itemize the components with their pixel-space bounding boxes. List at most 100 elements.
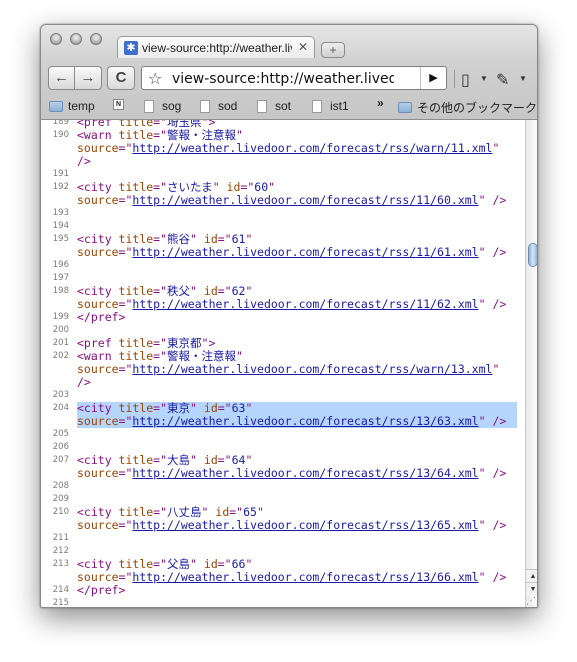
source-token: " /> — [478, 297, 507, 311]
source-token: source — [77, 245, 119, 259]
source-token: " — [245, 284, 253, 298]
source-line: 208 — [41, 480, 525, 493]
source-token: source — [77, 518, 119, 532]
source-line: 199 </pref> — [41, 311, 525, 324]
source-token: =" — [153, 232, 168, 246]
omnibox[interactable]: ☆ view-source:http://weather.livedoor.co… — [141, 66, 447, 90]
source-token: =" — [118, 414, 133, 428]
line-number: 213 — [52, 559, 69, 569]
source-token: 64 — [231, 453, 246, 467]
bookmark-sod[interactable]: sod — [200, 99, 237, 113]
source-token: =" — [217, 453, 232, 467]
source-link[interactable]: http://weather.livedoor.com/forecast/rss… — [132, 414, 478, 428]
source-link[interactable]: http://weather.livedoor.com/forecast/rss… — [132, 297, 478, 311]
source-token: =" — [118, 245, 133, 259]
back-button[interactable]: ← — [48, 66, 75, 90]
close-tab-icon[interactable]: ✕ — [298, 40, 308, 54]
source-token: source — [77, 297, 119, 311]
source-link[interactable]: http://weather.livedoor.com/forecast/rss… — [132, 362, 492, 376]
bookmark-sog[interactable]: sog — [144, 99, 181, 113]
source-token: =" — [153, 349, 168, 363]
scroll-up-icon[interactable]: ▲ — [526, 569, 537, 582]
source-token: source — [77, 414, 119, 428]
source-token: 65 — [243, 505, 257, 519]
source-token: =" — [217, 284, 232, 298]
bookmark-label: その他のブックマーク — [417, 101, 538, 115]
active-tab[interactable]: ✱ view-source:http://weather.livedoor.co… — [117, 36, 315, 58]
folder-icon — [398, 102, 412, 113]
source-token: " — [245, 557, 253, 571]
line-text: source="http://weather.livedoor.com/fore… — [77, 571, 506, 584]
source-token: 大島 — [167, 453, 191, 467]
source-link[interactable]: http://weather.livedoor.com/forecast/rss… — [132, 466, 478, 480]
minimize-window-button[interactable] — [70, 33, 82, 45]
scrollbar-thumb[interactable] — [528, 243, 537, 267]
bookmark-sot[interactable]: sot — [257, 99, 291, 113]
zoom-window-button[interactable] — [90, 33, 102, 45]
source-line: 215 — [41, 597, 525, 607]
forward-button[interactable]: → — [75, 66, 102, 90]
source-token: " — [190, 453, 204, 467]
source-token: </pref> — [77, 583, 126, 597]
line-number: 200 — [52, 325, 69, 335]
source-link[interactable]: http://weather.livedoor.com/forecast/rss… — [132, 193, 478, 207]
source-token: 秩父 — [167, 284, 191, 298]
source-token: title — [118, 453, 154, 467]
line-number: 198 — [52, 286, 69, 296]
source-line: /> — [41, 376, 525, 389]
new-tab-button[interactable]: + — [321, 42, 345, 58]
page-menu-icon[interactable]: ▯ — [461, 70, 470, 90]
bookmark-n[interactable]: N — [113, 99, 130, 110]
source-token: 61 — [231, 232, 246, 246]
chevron-down-icon: ▼ — [480, 74, 488, 83]
star-icon[interactable]: ☆ — [148, 69, 162, 89]
line-text: source="http://weather.livedoor.com/fore… — [77, 298, 506, 311]
close-window-button[interactable] — [50, 33, 62, 45]
vertical-scrollbar[interactable]: ▲ ▼ — [525, 120, 537, 607]
source-token: title — [118, 505, 154, 519]
source-token: "> — [201, 336, 216, 350]
source-token: " /> — [478, 245, 507, 259]
source-token: =" — [153, 128, 168, 142]
source-line: 193 — [41, 207, 525, 220]
bookmark-ist1[interactable]: ist1 — [312, 99, 349, 113]
n-favicon-icon: N — [113, 99, 124, 110]
browser-window: ✱ view-source:http://weather.livedoor.co… — [40, 24, 538, 608]
omnibox-url[interactable]: view-source:http://weather.livedoor.com/… — [172, 71, 394, 87]
go-icon[interactable]: ▶ — [420, 67, 446, 89]
source-link[interactable]: http://weather.livedoor.com/forecast/rss… — [132, 141, 492, 155]
source-line: source="http://weather.livedoor.com/fore… — [41, 142, 525, 155]
source-token: =" — [153, 453, 168, 467]
line-text: </pref> — [77, 311, 125, 324]
source-line: source="http://weather.livedoor.com/fore… — [41, 467, 525, 480]
source-line: source="http://weather.livedoor.com/fore… — [41, 246, 525, 259]
resize-grip-icon[interactable]: ⋰ — [526, 596, 536, 607]
source-token: " — [236, 128, 243, 142]
source-token: <warn — [77, 349, 119, 363]
source-token: 60 — [254, 180, 269, 194]
bookmark-temp[interactable]: temp — [49, 99, 95, 113]
source-token: 八丈島 — [167, 505, 202, 519]
bookmarks-overflow-chevron[interactable]: » — [377, 96, 384, 110]
line-text: source="http://weather.livedoor.com/fore… — [77, 246, 506, 259]
source-view[interactable]: 189 <pref title="埼玉県"> 190 <warn title="警報・… — [41, 120, 525, 607]
line-number: 203 — [52, 390, 69, 400]
source-token: =" — [217, 401, 232, 415]
source-token: =" — [217, 557, 232, 571]
reload-button[interactable]: C — [107, 66, 135, 90]
source-token: " /> — [478, 570, 507, 584]
source-token: source — [77, 362, 119, 376]
scroll-down-icon[interactable]: ▼ — [526, 582, 537, 595]
source-link[interactable]: http://weather.livedoor.com/forecast/rss… — [132, 570, 478, 584]
source-token: 66 — [231, 557, 246, 571]
source-token: =" — [118, 466, 133, 480]
bookmark-other[interactable]: その他のブックマーク — [398, 99, 537, 116]
page-icon — [257, 99, 267, 113]
source-token: 警報・注意報 — [167, 349, 237, 363]
source-link[interactable]: http://weather.livedoor.com/forecast/rss… — [132, 245, 478, 259]
wrench-icon[interactable]: ✎ — [496, 70, 509, 90]
source-link[interactable]: http://weather.livedoor.com/forecast/rss… — [132, 518, 478, 532]
line-number: 208 — [52, 481, 69, 491]
source-token: " — [190, 557, 204, 571]
source-line: source="http://weather.livedoor.com/fore… — [41, 415, 525, 428]
